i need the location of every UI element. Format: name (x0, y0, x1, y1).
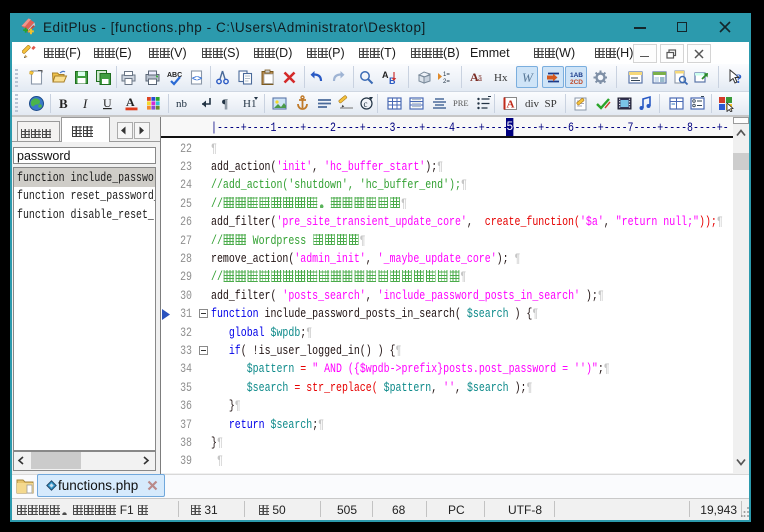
svg-text:B: B (59, 96, 68, 111)
svg-text:A: A (126, 95, 135, 109)
svg-text:nb: nb (176, 98, 188, 110)
svg-text:2=: 2= (443, 79, 450, 85)
svg-text:div: div (525, 98, 540, 110)
svg-text:A: A (506, 98, 514, 110)
svg-text:PRE: PRE (453, 98, 469, 108)
svg-text:SP: SP (544, 98, 556, 110)
svg-text:B: B (389, 76, 396, 86)
svg-text:W: W (522, 70, 534, 85)
svg-text:I: I (82, 96, 88, 111)
svg-text:ā: ā (478, 73, 482, 83)
svg-text:Hx: Hx (494, 72, 508, 84)
svg-text:2CD: 2CD (570, 79, 583, 86)
svg-text:A: A (382, 70, 389, 80)
svg-text:1=: 1= (443, 72, 450, 78)
svg-text:?: ? (735, 71, 742, 86)
svg-text:H1: H1 (243, 98, 256, 110)
svg-text:1AB: 1AB (570, 72, 583, 79)
svg-text:c: c (363, 99, 367, 109)
svg-text:U: U (103, 96, 112, 110)
svg-text:<>: <> (192, 73, 202, 83)
svg-text:¶: ¶ (222, 96, 228, 111)
